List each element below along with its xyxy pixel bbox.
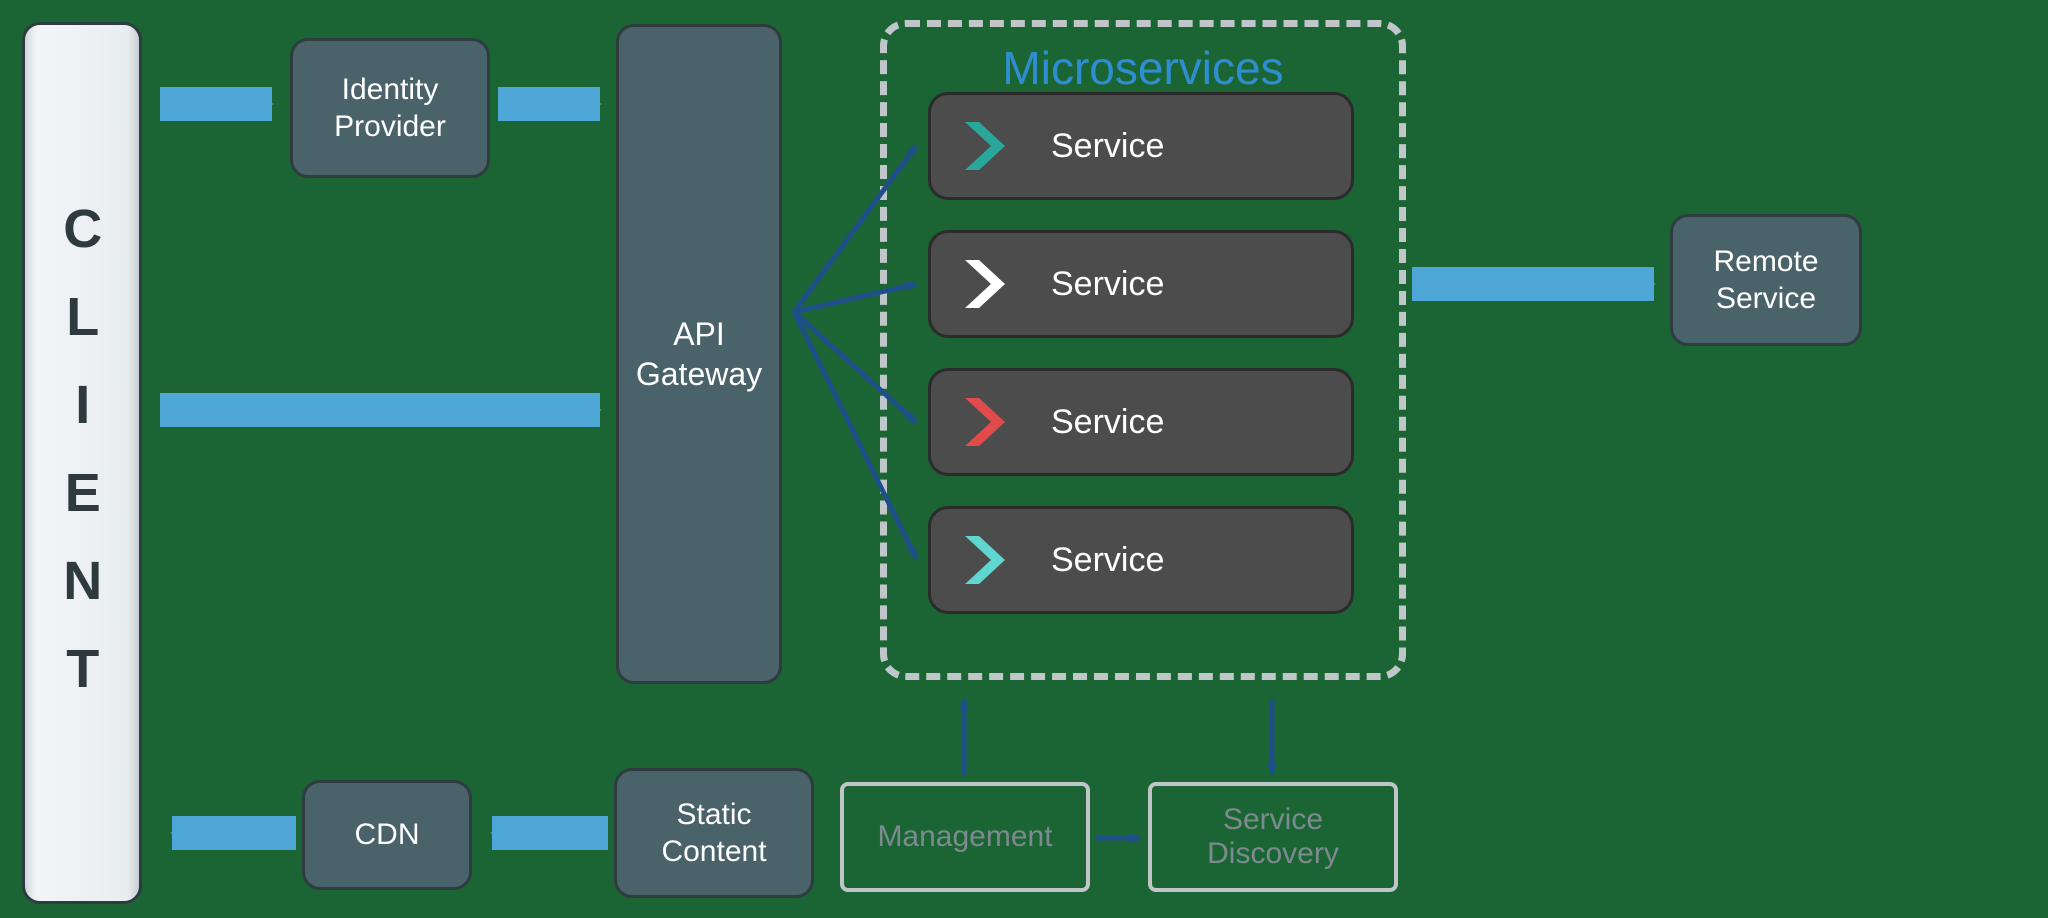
diagram-arrows <box>0 0 2048 918</box>
